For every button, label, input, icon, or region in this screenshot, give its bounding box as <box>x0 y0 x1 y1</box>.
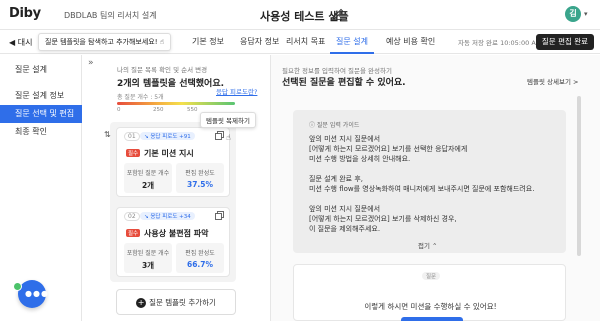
template-card[interactable]: 02 ↘ 응답 피로도 +34 필수 사용상 불편점 파악 포함된 질문 개수 … <box>116 207 230 277</box>
card-title: 사용상 불편점 파악 <box>144 229 209 238</box>
tooltip-text: 질문 템플릿을 탐색하고 추가해보세요! <box>45 38 158 46</box>
autosave-status: 자동 저장 완료 10:05:00 AM <box>458 39 542 47</box>
copy-icon[interactable] <box>215 211 224 220</box>
card-title: 기본 미션 지시 <box>144 149 194 158</box>
guide-line: 앞의 미션 지시 질문에서 <box>309 205 381 213</box>
guide-line: 미션 수행 방법을 상세히 안내해요. <box>309 155 411 163</box>
tab-basic-info[interactable]: 기본 정보 <box>192 36 224 47</box>
required-badge: 필수 <box>126 149 141 157</box>
question-chip: 질문 <box>422 272 441 280</box>
stat-value: 3개 <box>141 261 155 270</box>
chevron-down-icon[interactable]: ▾ <box>584 10 588 18</box>
stat-value: 37.5% <box>186 180 214 189</box>
stat-edit-progress: 편집 완성도 37.5% <box>176 163 224 193</box>
copy-icon[interactable] <box>215 131 224 140</box>
card-number: 01 <box>124 132 140 141</box>
sidebar-item-question-design[interactable]: 질문 설계 <box>0 61 82 79</box>
stat-label: 포함된 질문 개수 <box>126 250 170 257</box>
tab-cost-check[interactable]: 예상 비용 확인 <box>386 36 435 47</box>
user-avatar[interactable]: 김 <box>565 6 581 22</box>
stat-label: 편집 완성도 <box>185 250 215 257</box>
fold-guide-button[interactable]: 접기 ⌃ <box>418 240 437 250</box>
question-card: 질문 이렇게 하시면 미션을 수행하실 수 있어요! <box>293 264 566 321</box>
guide-heading: ⓘ 질문 입력 가이드 <box>309 122 360 129</box>
chat-dots-icon: ●●● <box>25 289 49 298</box>
collapse-sidebar-icon[interactable]: » <box>88 58 94 68</box>
template-detail-link[interactable]: 템플릿 상세보기 > <box>527 76 578 86</box>
plus-icon: + <box>136 298 147 308</box>
sort-icon[interactable]: ⇅ <box>104 130 111 139</box>
gauge-tick: 0 <box>117 107 121 113</box>
sidebar-item-select-edit[interactable]: 질문 선택 및 편집 <box>0 105 82 123</box>
sidebar-item-final-check[interactable]: 최종 확인 <box>0 123 82 141</box>
back-label: 대시 <box>17 38 33 47</box>
input-guide-box: ⓘ 질문 입력 가이드 앞의 미션 지시 질문에서 [어떻게 하는지 모르겠어요… <box>293 110 566 253</box>
question-count: 총 질문 개수 : 5개 <box>117 94 164 101</box>
app-logo[interactable]: Diby <box>9 6 41 21</box>
template-card[interactable]: 01 ↘ 응답 피로도 +91 필수 기본 미션 지시 포함된 질문 개수 2개… <box>116 127 230 197</box>
stat-value: 2개 <box>141 181 155 190</box>
add-template-label: 질문 템플릿 추가하기 <box>149 298 216 307</box>
guide-line: 질문 설계 완료 후, <box>309 175 363 183</box>
edit-title: 선택된 질문을 편집할 수 있어요. <box>282 78 406 88</box>
required-badge: 필수 <box>126 229 141 237</box>
hand-cursor-icon: ☝ <box>226 133 231 142</box>
stat-question-count: 포함된 질문 개수 2개 <box>124 163 172 193</box>
stat-label: 편집 완성도 <box>185 170 215 177</box>
active-tab-indicator <box>330 52 374 54</box>
stat-label: 포함된 질문 개수 <box>126 170 170 177</box>
fatigue-tag: ↘ 응답 피로도 +34 <box>140 212 195 220</box>
guide-line: [어떻게 하는지 모르겠어요] 보기를 삭제하신 경우, <box>309 215 457 223</box>
tab-respondent-info[interactable]: 응답자 정보 <box>240 36 279 47</box>
copy-tooltip: 템플릿 복제하기 <box>200 112 256 128</box>
fatigue-gauge <box>117 102 235 105</box>
stat-edit-progress: 편집 완성도 66.7% <box>176 243 224 273</box>
tab-research-goal[interactable]: 리서치 목표 <box>286 36 325 47</box>
fatigue-tag: ↘ 응답 피로도 +91 <box>140 132 195 140</box>
edit-subtitle: 필요한 정보를 입력하여 질문을 완성하기 <box>282 67 392 75</box>
template-tooltip: 질문 템플릿을 탐색하고 추가해보세요! ☝ <box>38 33 172 51</box>
guide-line: 앞의 미션 지시 질문에서 <box>309 135 381 143</box>
stat-value: 66.7% <box>186 260 214 269</box>
sidebar-item-design-info[interactable]: 질문 설계 정보 <box>0 87 82 105</box>
chat-badge-icon <box>13 282 22 291</box>
question-action-button[interactable] <box>401 317 463 321</box>
fatigue-help-link[interactable]: 응답 피로도란? <box>216 86 257 96</box>
top-bar: Diby DBDLAB 팀의 리서치 설계 사용성 테스트 샘플 김 ▾ <box>0 0 600 30</box>
workspace-name: DBDLAB 팀의 리서치 설계 <box>64 11 157 20</box>
guide-line: [어떻게 하는지 모르겠어요] 보기를 선택한 응답자에게 <box>309 145 468 153</box>
card-number: 02 <box>124 212 140 221</box>
tab-question-design[interactable]: 질문 설계 <box>336 36 368 47</box>
left-sidebar: 질문 설계 질문 설계 정보 질문 선택 및 편집 최종 확인 <box>0 55 82 321</box>
scrollbar[interactable] <box>577 96 581 256</box>
stat-question-count: 포함된 질문 개수 3개 <box>124 243 172 273</box>
back-to-dashboard[interactable]: ◀ 대시 <box>9 37 32 48</box>
list-title: 2개의 템플릿을 선택했어요. <box>117 79 225 89</box>
question-text[interactable]: 이렇게 하시면 미션을 수행하실 수 있어요! <box>294 301 567 312</box>
guide-line: 미션 수행 flow를 영상녹화하여 매니저에게 보내주시면 질문에 포함해드려… <box>309 185 535 193</box>
list-subtitle: 나의 질문 목록 확인 및 순서 변경 <box>117 66 208 74</box>
gauge-tick: 250 <box>153 107 164 113</box>
pencil-icon[interactable] <box>331 8 343 20</box>
add-template-button[interactable]: + 질문 템플릿 추가하기 <box>116 289 236 315</box>
cursor-icon: ☝ <box>159 38 165 46</box>
guide-line: 이 질문을 제외해주세요. <box>309 225 381 233</box>
chat-button[interactable]: ●●● <box>18 280 49 308</box>
gauge-tick: 550 <box>187 107 198 113</box>
finish-edit-button[interactable]: 질문 편집 완료 <box>536 34 594 50</box>
